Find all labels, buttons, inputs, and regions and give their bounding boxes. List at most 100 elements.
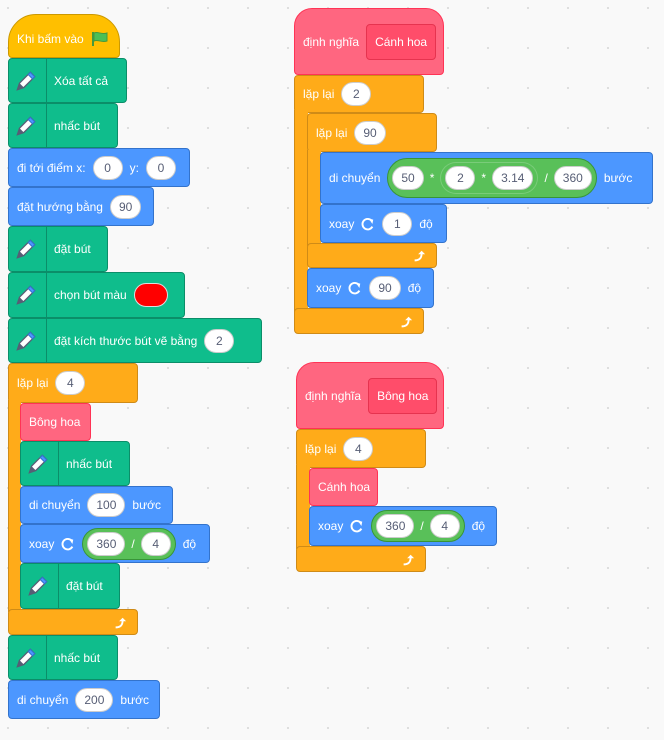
loop-arrow-icon bbox=[401, 553, 415, 567]
pen-down-block[interactable]: đặt bút bbox=[8, 226, 108, 272]
steps-input[interactable]: 100 bbox=[87, 493, 126, 517]
define-label: định nghĩa bbox=[303, 34, 360, 49]
operator-symbol: * bbox=[481, 171, 487, 185]
define-canh-hoa-block[interactable]: định nghĩa Cánh hoa bbox=[294, 8, 444, 75]
pen-up-label: nhấc bút bbox=[66, 456, 113, 471]
loop-arrow-icon bbox=[113, 616, 127, 630]
turn-label: xoay bbox=[29, 536, 55, 551]
unit-label: độ bbox=[419, 216, 433, 231]
call-canh-hoa-block[interactable]: Cánh hoa bbox=[309, 468, 378, 506]
green-flag-icon bbox=[91, 31, 108, 46]
direction-input[interactable]: 90 bbox=[109, 194, 142, 219]
move-label: di chuyển bbox=[17, 692, 69, 707]
clear-block[interactable]: Xóa tất cả bbox=[8, 58, 127, 103]
steps-input[interactable]: 200 bbox=[75, 687, 114, 712]
unit-label: bước bbox=[132, 498, 161, 512]
point-direction-block[interactable]: đặt hướng bằng 90 bbox=[8, 187, 154, 226]
rotate-clockwise-icon bbox=[61, 537, 75, 551]
x-input[interactable]: 0 bbox=[92, 155, 123, 180]
y-label: y: bbox=[129, 160, 139, 175]
repeat-label: lặp lại bbox=[305, 441, 337, 456]
call-label: Cánh hoa bbox=[318, 480, 371, 494]
pen-icon bbox=[13, 113, 39, 139]
unit-label: bước bbox=[120, 692, 149, 707]
pen-icon bbox=[13, 236, 39, 262]
turn-label: xoay bbox=[318, 519, 344, 533]
unit-label: độ bbox=[407, 281, 422, 295]
move-label: di chuyển bbox=[29, 498, 81, 512]
move-label: di chuyển bbox=[329, 171, 381, 185]
pen-up-block[interactable]: nhấc bút bbox=[8, 103, 118, 148]
call-bong-hoa-block[interactable]: Bông hoa bbox=[20, 403, 91, 441]
operand-b[interactable]: 4 bbox=[429, 514, 460, 538]
loop-arrow-icon bbox=[412, 249, 426, 263]
turn-right-block[interactable]: xoay 1 độ bbox=[320, 204, 447, 243]
pen-up-label: nhấc bút bbox=[54, 650, 101, 665]
operator-symbol: / bbox=[131, 536, 135, 551]
repeat-block-bottom bbox=[8, 609, 138, 635]
operand-3-14[interactable]: 3.14 bbox=[492, 166, 534, 190]
turn-label: xoay bbox=[329, 216, 355, 231]
pen-up-block[interactable]: nhấc bút bbox=[8, 635, 118, 680]
pen-down-label: đặt bút bbox=[54, 242, 91, 256]
when-flag-clicked-hat[interactable]: Khi bấm vào bbox=[8, 14, 120, 58]
repeat-count-input[interactable]: 4 bbox=[55, 371, 86, 395]
degrees-input[interactable]: 90 bbox=[369, 276, 401, 300]
unit-label: độ bbox=[471, 519, 486, 533]
pen-size-input[interactable]: 2 bbox=[204, 328, 235, 353]
pen-icon bbox=[13, 68, 39, 94]
move-steps-block[interactable]: di chuyển 200 bước bbox=[8, 680, 160, 719]
pen-icon bbox=[13, 328, 39, 354]
turn-right-block[interactable]: xoay 360 / 4 độ bbox=[309, 506, 497, 546]
repeat-block[interactable]: lặp lại 4 bbox=[8, 363, 138, 403]
operand-a[interactable]: 360 bbox=[87, 531, 126, 556]
repeat-count-input[interactable]: 2 bbox=[341, 82, 372, 106]
divide-operator[interactable]: 360 / 4 bbox=[82, 527, 176, 560]
color-swatch[interactable] bbox=[133, 283, 168, 307]
inner-repeat-block[interactable]: lặp lại 90 bbox=[307, 113, 437, 152]
turn-right-block[interactable]: xoay 360 / 4 độ bbox=[20, 524, 210, 563]
goto-xy-block[interactable]: đi tới điểm x: 0 y: 0 bbox=[8, 148, 190, 187]
set-pen-size-block[interactable]: đặt kích thước bút vẽ bằng 2 bbox=[8, 318, 262, 363]
operator-symbol: / bbox=[544, 171, 548, 185]
turn-label: xoay bbox=[316, 281, 342, 295]
repeat-count-input[interactable]: 4 bbox=[343, 436, 374, 461]
pen-up-block[interactable]: nhấc bút bbox=[20, 441, 130, 486]
repeat-block-bottom bbox=[294, 308, 424, 334]
pen-icon bbox=[13, 282, 39, 308]
divide-operator[interactable]: 360 / 4 bbox=[371, 510, 465, 542]
call-label: Bông hoa bbox=[29, 415, 81, 429]
pen-size-label: đặt kích thước bút vẽ bằng bbox=[54, 333, 198, 348]
turn-right-block[interactable]: xoay 90 độ bbox=[307, 268, 434, 308]
operator-symbol: * bbox=[429, 171, 435, 185]
pen-icon bbox=[25, 451, 51, 477]
repeat-block[interactable]: lặp lại 2 bbox=[294, 75, 424, 113]
rotate-clockwise-icon bbox=[348, 281, 362, 295]
move-steps-block[interactable]: di chuyển 50 * 2 * 3.14 / 360 bước bbox=[320, 152, 653, 204]
custom-block-name: Bông hoa bbox=[368, 377, 438, 414]
point-label: đặt hướng bằng bbox=[17, 199, 103, 214]
operand-a[interactable]: 360 bbox=[376, 514, 415, 538]
operator-symbol: / bbox=[420, 519, 424, 533]
repeat-count-input[interactable]: 90 bbox=[354, 120, 386, 145]
multiply-operator[interactable]: 2 * 3.14 bbox=[440, 162, 539, 194]
define-label: định nghĩa bbox=[305, 388, 362, 403]
pen-icon bbox=[13, 645, 39, 671]
operand-b[interactable]: 4 bbox=[140, 531, 171, 556]
operand-50[interactable]: 50 bbox=[392, 166, 424, 190]
operand-360[interactable]: 360 bbox=[553, 166, 592, 190]
pen-up-label: nhấc bút bbox=[54, 118, 101, 133]
repeat-block[interactable]: lặp lại 4 bbox=[296, 429, 426, 468]
divide-operator[interactable]: 50 * 2 * 3.14 / 360 bbox=[387, 158, 597, 198]
degrees-input[interactable]: 1 bbox=[382, 211, 413, 236]
hat-label: Khi bấm vào bbox=[17, 32, 84, 46]
y-input[interactable]: 0 bbox=[145, 155, 176, 180]
move-steps-block[interactable]: di chuyển 100 bước bbox=[20, 486, 173, 524]
goto-label: đi tới điểm x: bbox=[17, 160, 86, 175]
operand-2[interactable]: 2 bbox=[445, 166, 476, 190]
define-bong-hoa-block[interactable]: định nghĩa Bông hoa bbox=[296, 362, 444, 429]
pen-icon bbox=[25, 573, 51, 599]
pen-down-block[interactable]: đặt bút bbox=[20, 563, 120, 609]
set-pen-color-block[interactable]: chọn bút màu bbox=[8, 272, 185, 318]
pen-down-label: đặt bút bbox=[66, 579, 103, 593]
